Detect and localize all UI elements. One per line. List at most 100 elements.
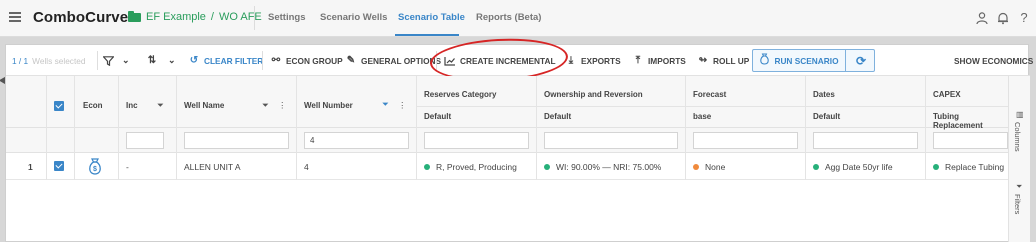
clear-filter-label: CLEAR FILTER (204, 55, 264, 66)
ownership-cell[interactable]: WI: 90.00% — NRI: 75.00% (544, 153, 661, 180)
create-incremental-button[interactable]: CREATE INCREMENTAL (444, 45, 556, 76)
capex-cell[interactable]: Replace Tubing (933, 153, 1004, 180)
econ-group-label: ECON GROUP (286, 55, 343, 66)
breadcrumb-project[interactable]: EF Example (146, 11, 206, 23)
forecast-cell[interactable]: None (693, 153, 725, 180)
econ-group-button[interactable]: ⚯ ECON GROUP (270, 45, 343, 76)
toolbar-divider (97, 51, 98, 70)
reserves-category-default[interactable]: Default (424, 112, 451, 121)
status-dot-green (933, 163, 939, 170)
exports-button[interactable]: ⤓ EXPORTS (565, 45, 621, 76)
reserves-category-value: R, Proved, Producing (436, 161, 517, 172)
forecast-value: None (705, 161, 726, 172)
folder-icon (128, 10, 141, 22)
wells-selected-label: Wells selected (32, 55, 86, 66)
well-number-cell[interactable]: 4 (304, 153, 309, 180)
chevron-down-icon: ⌄ (168, 55, 176, 65)
tab-scenario-wells[interactable]: Scenario Wells (320, 12, 387, 23)
row-index: 1 (28, 161, 33, 172)
show-economics-button[interactable]: SHOW ECONOMICS (954, 45, 1033, 76)
run-scenario-label: RUN SCENARIO (774, 55, 839, 66)
user-icon[interactable] (975, 11, 989, 25)
tab-reports[interactable]: Reports (Beta) (476, 12, 541, 23)
column-menu-icon[interactable]: ⋮ (278, 100, 287, 111)
inc-cell[interactable]: - (126, 153, 129, 180)
dates-filter-input[interactable] (813, 132, 918, 149)
econ-money-bag-icon[interactable]: $ (87, 158, 103, 175)
tab-scenario-table[interactable]: Scenario Table (398, 12, 465, 23)
capex-default[interactable]: Tubing Replacement (933, 112, 1008, 130)
well-count: 1 / 1 (12, 55, 29, 66)
ownership-filter-input[interactable] (544, 132, 678, 149)
toolbar: 1 / 1 Wells selected ⌄ ⇅ ⌄ ↺ CLEAR FILTE… (6, 35, 1033, 85)
bell-icon[interactable] (996, 11, 1010, 25)
select-all-checkbox[interactable] (54, 101, 64, 111)
app-logo[interactable]: ComboCurve (33, 9, 128, 26)
column-header-reserves-category[interactable]: Reserves Category (424, 90, 496, 99)
money-bag-icon (759, 53, 770, 68)
forecast-filter-input[interactable] (693, 132, 798, 149)
column-divider (416, 76, 417, 180)
column-divider (118, 76, 119, 180)
clear-filter-button[interactable]: ↺ CLEAR FILTER (188, 45, 264, 76)
columns-panel-toggle[interactable]: Columns (1013, 122, 1022, 152)
scenario-table-card: 1 / 1 Wells selected ⌄ ⇅ ⌄ ↺ CLEAR FILTE… (5, 35, 1033, 242)
column-header-well-number[interactable]: Well Number (304, 101, 353, 110)
columns-icon[interactable]: ▥ (1016, 110, 1024, 119)
breadcrumb-separator: / (210, 11, 214, 23)
tab-settings[interactable]: Settings (268, 12, 305, 23)
column-header-econ[interactable]: Econ (83, 101, 103, 110)
ownership-default[interactable]: Default (544, 112, 571, 121)
general-options-button[interactable]: ✎ GENERAL OPTIONS (345, 45, 441, 76)
imports-label: IMPORTS (648, 55, 686, 66)
header-subdivider (416, 106, 1008, 107)
chevron-down-icon: ⌄ (122, 55, 130, 65)
column-menu-icon[interactable]: ⋮ (398, 100, 407, 111)
reserves-category-filter-input[interactable] (424, 132, 529, 149)
side-panel: ▥ Columns ⏷ Filters (1008, 76, 1030, 242)
help-icon[interactable]: ? (1017, 11, 1031, 25)
row-checkbox[interactable] (54, 161, 64, 171)
column-header-well-name[interactable]: Well Name (184, 101, 224, 110)
capex-value: Replace Tubing (945, 161, 1005, 172)
inc-filter-input[interactable] (126, 132, 164, 149)
filters-panel-toggle[interactable]: Filters (1013, 194, 1022, 214)
menu-icon[interactable] (9, 12, 21, 22)
import-icon: ⤒ (635, 55, 641, 66)
filter-icon[interactable]: ⏷ (1016, 182, 1022, 192)
reserves-category-cell[interactable]: R, Proved, Producing (424, 153, 517, 180)
filter-icon[interactable]: ⏷ (262, 100, 269, 111)
refresh-icon[interactable]: ⟳ (847, 50, 875, 71)
filter-active-icon[interactable]: ⏷ (382, 99, 389, 110)
create-incremental-label: CREATE INCREMENTAL (460, 55, 556, 66)
forecast-default[interactable]: base (693, 112, 711, 121)
column-header-capex[interactable]: CAPEX (933, 90, 961, 99)
column-header-ownership[interactable]: Ownership and Reversion (544, 90, 643, 99)
breadcrumb-scenario[interactable]: WO AFE (219, 11, 262, 23)
run-scenario-button[interactable]: RUN SCENARIO (753, 50, 846, 71)
roll-up-button[interactable]: ↬ ROLL UP (697, 45, 749, 76)
column-header-inc[interactable]: Inc (126, 101, 138, 110)
well-name-cell[interactable]: ALLEN UNIT A (184, 153, 241, 180)
filter-icon[interactable]: ⏷ (157, 100, 164, 111)
well-name-filter-input[interactable] (184, 132, 289, 149)
scenario-grid: Econ Inc ⏷ Well Name ⏷ ⋮ Well Number ⏷ ⋮… (6, 76, 1008, 242)
status-dot-green (813, 163, 819, 170)
status-dot-green (544, 163, 550, 170)
status-dot-green (424, 163, 430, 170)
capex-filter-input[interactable] (933, 132, 1008, 149)
top-nav: ComboCurve EF Example / WO AFE Settings … (0, 0, 1036, 37)
status-dot-orange (693, 163, 699, 170)
exports-label: EXPORTS (581, 55, 621, 66)
filter-dropdown[interactable]: ⌄ (103, 45, 130, 76)
imports-button[interactable]: ⤒ IMPORTS (632, 45, 686, 76)
chart-icon (444, 56, 455, 66)
sort-dropdown[interactable]: ⇅ ⌄ (146, 45, 176, 76)
dates-cell[interactable]: Agg Date 50yr life (813, 153, 893, 180)
column-header-forecast[interactable]: Forecast (693, 90, 726, 99)
toolbar-divider (436, 51, 437, 70)
column-header-dates[interactable]: Dates (813, 90, 835, 99)
well-number-filter-input[interactable]: 4 (304, 132, 409, 149)
dates-default[interactable]: Default (813, 112, 840, 121)
breadcrumb: EF Example / WO AFE (128, 10, 262, 23)
